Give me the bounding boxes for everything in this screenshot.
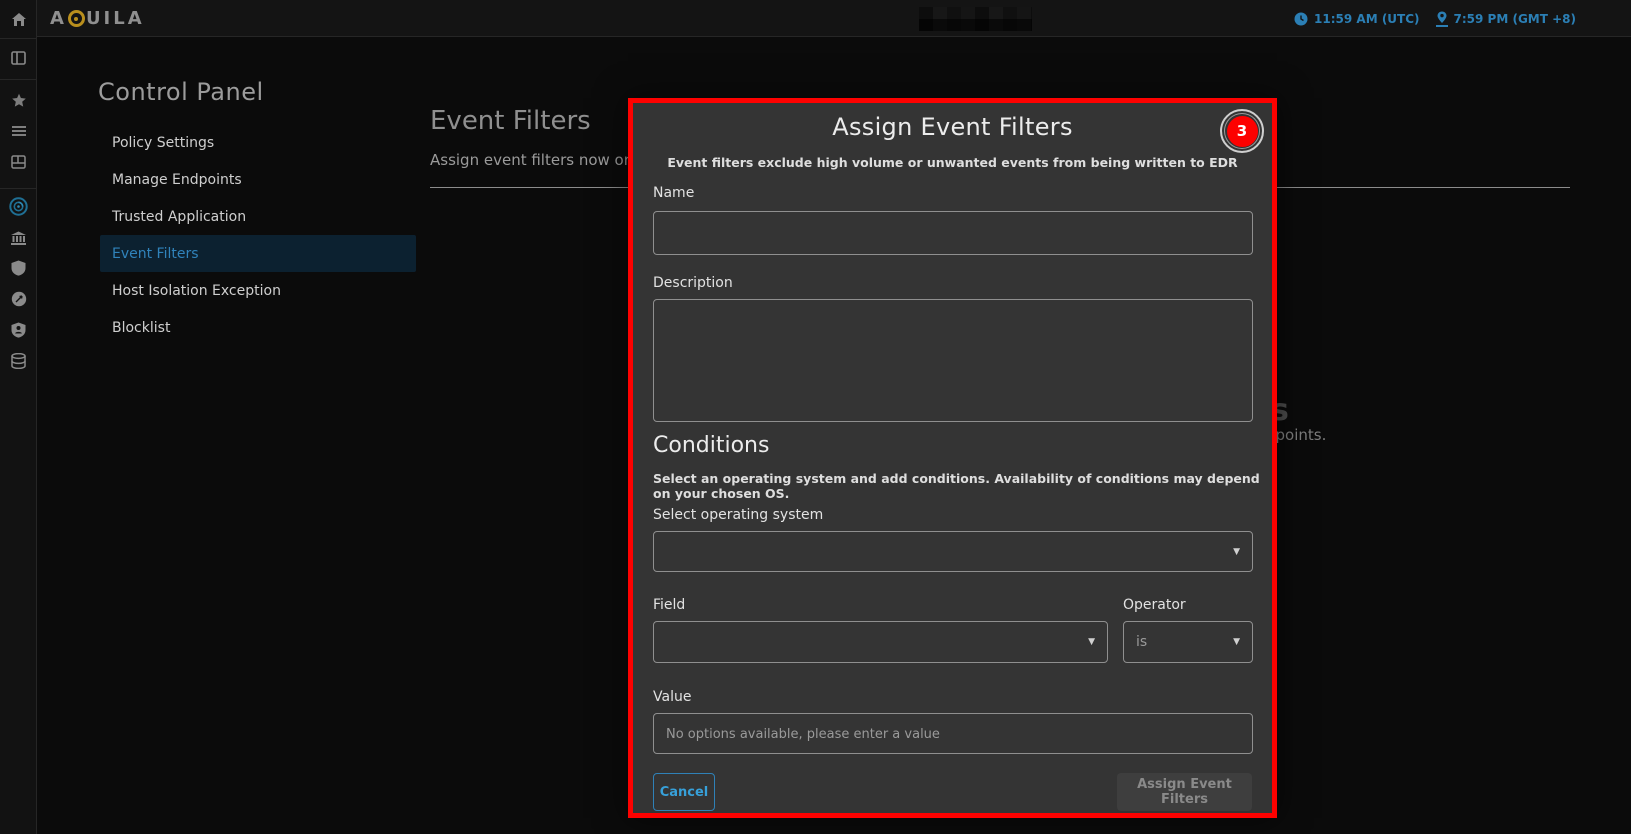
logo-text-post: UILA: [86, 8, 145, 29]
utc-time: 11:59 AM (UTC): [1294, 12, 1420, 26]
name-input[interactable]: [653, 211, 1253, 255]
icon-rail: [0, 0, 37, 834]
chevron-down-icon: ▼: [1233, 547, 1240, 557]
modal-title: Assign Event Filters: [633, 113, 1272, 141]
nav-item-event-filters[interactable]: Event Filters: [100, 235, 416, 272]
shield-user-icon[interactable]: [0, 315, 37, 345]
nav-item-policy-settings[interactable]: Policy Settings: [100, 124, 416, 161]
location-pin-icon: [1436, 11, 1448, 27]
operator-select[interactable]: is ▼: [1123, 621, 1253, 663]
os-select[interactable]: ▼: [653, 531, 1253, 572]
assign-event-filters-modal: 3 Assign Event Filters Event filters exc…: [628, 98, 1277, 818]
logo-q-eye-icon: [68, 10, 85, 27]
conditions-heading: Conditions: [653, 433, 769, 458]
conditions-description: Select an operating system and add condi…: [653, 471, 1272, 501]
local-time: 7:59 PM (GMT +8): [1436, 11, 1576, 27]
annotation-badge-3: 3: [1227, 116, 1258, 147]
split-panel-icon[interactable]: [0, 43, 37, 73]
logo-text-pre: A: [50, 8, 67, 29]
field-select[interactable]: ▼: [653, 621, 1108, 663]
name-label: Name: [653, 185, 694, 201]
clock-icon: [1294, 12, 1308, 26]
operator-label: Operator: [1123, 597, 1186, 613]
operator-selected-value: is: [1136, 634, 1147, 650]
utc-time-label: 11:59 AM (UTC): [1314, 12, 1420, 26]
os-label: Select operating system: [653, 507, 823, 523]
chevron-down-icon: ▼: [1233, 637, 1240, 647]
modal-subtitle: Event filters exclude high volume or unw…: [633, 155, 1272, 170]
nav-item-trusted-application[interactable]: Trusted Application: [100, 198, 416, 235]
clock-area: 11:59 AM (UTC) 7:59 PM (GMT +8): [1294, 0, 1576, 37]
star-icon[interactable]: [0, 85, 37, 115]
value-input[interactable]: [653, 713, 1253, 754]
globe-threat-icon[interactable]: [0, 191, 37, 221]
gauge-icon[interactable]: [0, 284, 37, 314]
nav-item-manage-endpoints[interactable]: Manage Endpoints: [100, 161, 416, 198]
bank-icon[interactable]: [0, 223, 37, 253]
value-label: Value: [653, 689, 691, 705]
field-label: Field: [653, 597, 685, 613]
home-icon[interactable]: [0, 4, 37, 34]
control-panel-title: Control Panel: [98, 78, 264, 106]
control-panel-nav: Policy Settings Manage Endpoints Trusted…: [100, 124, 416, 346]
redacted-tenant-name: [919, 7, 1032, 31]
database-icon[interactable]: [0, 346, 37, 376]
description-textarea[interactable]: [653, 299, 1253, 422]
description-label: Description: [653, 275, 733, 291]
assign-event-filters-button[interactable]: Assign Event Filters: [1117, 773, 1252, 811]
top-bar: A UILA 11:59 AM (UTC) 7:59 PM (GMT +8): [0, 0, 1631, 37]
local-time-label: 7:59 PM (GMT +8): [1454, 12, 1576, 26]
nav-item-blocklist[interactable]: Blocklist: [100, 309, 416, 346]
cancel-button[interactable]: Cancel: [653, 773, 715, 811]
chevron-down-icon: ▼: [1088, 637, 1095, 647]
page-title: Event Filters: [430, 106, 591, 136]
shield-icon[interactable]: [0, 253, 37, 283]
nav-item-host-isolation-exception[interactable]: Host Isolation Exception: [100, 272, 416, 309]
menu-icon[interactable]: [0, 116, 37, 146]
aquila-logo[interactable]: A UILA: [50, 8, 145, 29]
annotation-badge-ring: 3: [1220, 109, 1264, 153]
dashboard-grid-icon[interactable]: [0, 147, 37, 177]
